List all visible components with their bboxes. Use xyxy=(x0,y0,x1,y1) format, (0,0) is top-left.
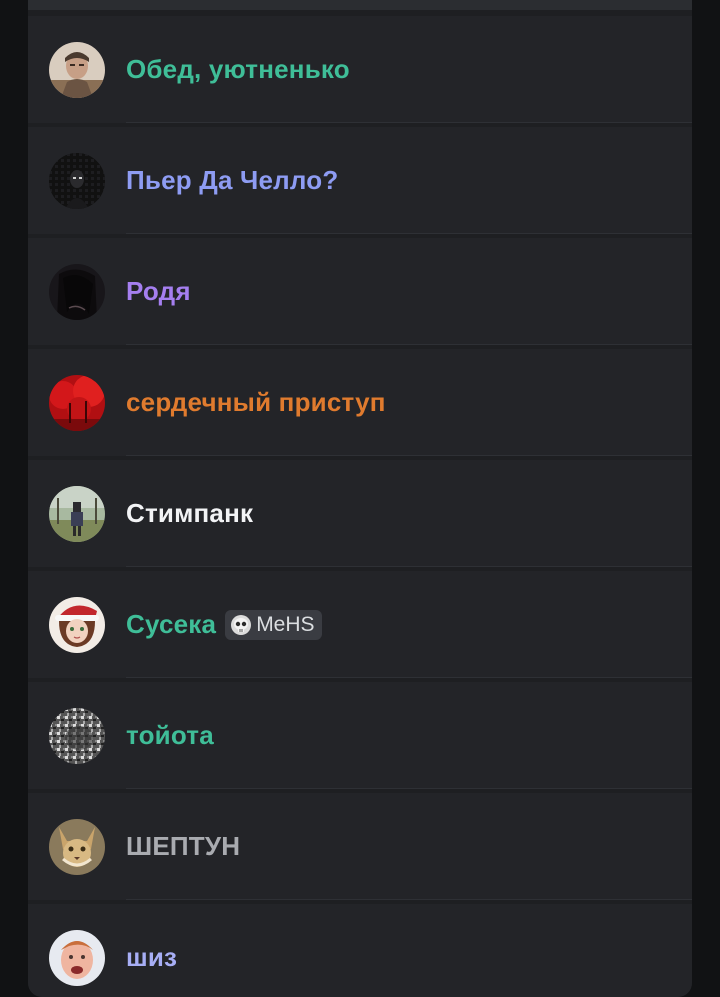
role-tag-label: MeHS xyxy=(256,612,315,636)
row-divider xyxy=(126,677,692,678)
member-name: Пьер Да Челло? xyxy=(126,165,339,195)
santa-hat-girl-avatar-icon xyxy=(49,596,105,653)
member-name: тойота xyxy=(126,720,214,750)
member-row[interactable]: Обед, уютненько xyxy=(28,16,692,123)
row-divider xyxy=(126,455,692,456)
row-divider xyxy=(126,566,692,567)
red-forest-avatar-icon xyxy=(49,374,105,431)
noise-texture-avatar-icon xyxy=(49,707,105,764)
member-name: сердечный приступ xyxy=(126,387,386,417)
previous-row-edge xyxy=(28,0,692,12)
row-divider xyxy=(126,233,692,234)
member-name: Сусека xyxy=(126,609,217,639)
role-tag[interactable]: MeHS xyxy=(225,609,322,640)
row-divider xyxy=(126,122,692,123)
member-name: Обед, уютненько xyxy=(126,54,350,84)
row-divider xyxy=(126,344,692,345)
member-row[interactable]: ШЕПТУН xyxy=(28,793,692,900)
member-row[interactable]: шиз xyxy=(28,904,692,997)
member-name: шиз xyxy=(126,942,178,972)
member-name: Стимпанк xyxy=(126,498,254,528)
person-portrait-avatar-icon xyxy=(49,41,105,98)
skull-icon xyxy=(230,614,252,636)
member-name: Родя xyxy=(126,276,191,306)
dark-hair-avatar-icon xyxy=(49,263,105,320)
member-row[interactable]: Родя xyxy=(28,238,692,345)
member-row[interactable]: Пьер Да Челло? xyxy=(28,127,692,234)
face-photo-avatar-icon xyxy=(49,929,105,986)
member-list: Обед, уютненько Пьер Да Челло? Родя серд… xyxy=(28,0,692,997)
dark-figure-avatar-icon xyxy=(49,152,105,209)
outdoor-scene-avatar-icon xyxy=(49,485,105,542)
member-name: ШЕПТУН xyxy=(126,831,241,861)
row-divider xyxy=(126,899,692,900)
lynx-avatar-icon xyxy=(49,818,105,875)
member-row[interactable]: сердечный приступ xyxy=(28,349,692,456)
member-row[interactable]: тойота xyxy=(28,682,692,789)
member-row[interactable]: Сусека MeHS xyxy=(28,571,692,678)
row-divider xyxy=(126,788,692,789)
member-row[interactable]: Стимпанк xyxy=(28,460,692,567)
